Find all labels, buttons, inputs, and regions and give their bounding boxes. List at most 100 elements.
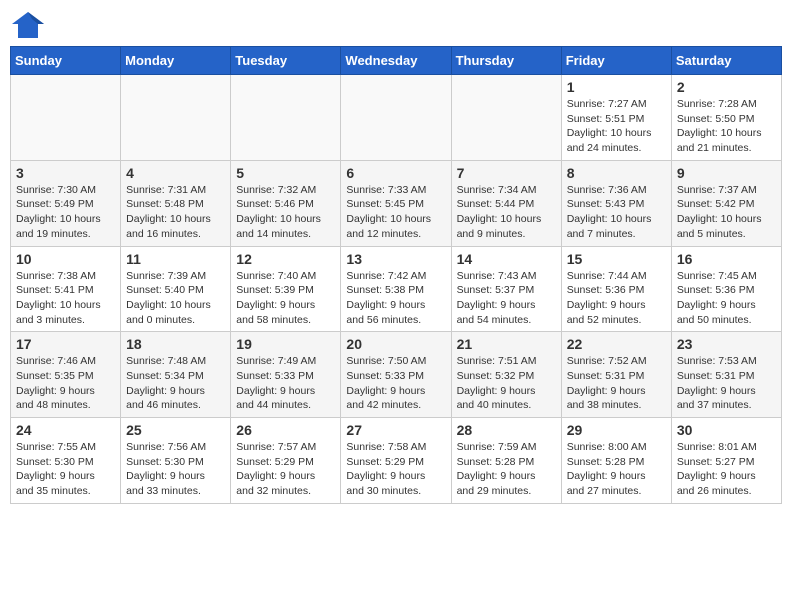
day-number: 13 xyxy=(346,251,445,267)
day-number: 11 xyxy=(126,251,225,267)
calendar-day: 14Sunrise: 7:43 AM Sunset: 5:37 PM Dayli… xyxy=(451,246,561,332)
calendar-day: 15 Sunrise: 7:44 AM Sunset: 5:36 PM Dayli… xyxy=(561,246,671,332)
day-info: Sunrise: 7:42 AM Sunset: 5:38 PM Dayligh… xyxy=(346,269,445,328)
day-info: Sunrise: 7:28 AM Sunset: 5:50 PM Dayligh… xyxy=(677,97,776,156)
day-number: 20 xyxy=(346,336,445,352)
calendar-day: 10 Sunrise: 7:38 AM Sunset: 5:41 PM Dayli… xyxy=(11,246,121,332)
day-header-tuesday: Tuesday xyxy=(231,47,341,75)
day-number: 17 xyxy=(16,336,115,352)
calendar-day: 25 Sunrise: 7:56 AM Sunset: 5:30 PM Dayli… xyxy=(121,418,231,504)
day-number: 29 xyxy=(567,422,666,438)
calendar-day: 20 Sunrise: 7:50 AM Sunset: 5:33 PM Dayli… xyxy=(341,332,451,418)
day-info: Sunrise: 7:50 AM Sunset: 5:33 PM Dayligh… xyxy=(346,354,445,413)
day-number: 10 xyxy=(16,251,115,267)
day-info: Sunrise: 7:40 AM Sunset: 5:39 PM Dayligh… xyxy=(236,269,335,328)
day-number: 28 xyxy=(457,422,556,438)
day-info: Sunrise: 7:52 AM Sunset: 5:31 PM Dayligh… xyxy=(567,354,666,413)
calendar-day: 8Sunrise: 7:36 AM Sunset: 5:43 PM Daylig… xyxy=(561,160,671,246)
day-info: Sunrise: 7:30 AM Sunset: 5:49 PM Dayligh… xyxy=(16,183,115,242)
day-info: Sunrise: 7:37 AM Sunset: 5:42 PM Dayligh… xyxy=(677,183,776,242)
calendar-day xyxy=(11,75,121,161)
day-number: 6 xyxy=(346,165,445,181)
day-info: Sunrise: 7:34 AM Sunset: 5:44 PM Dayligh… xyxy=(457,183,556,242)
day-info: Sunrise: 7:27 AM Sunset: 5:51 PM Dayligh… xyxy=(567,97,666,156)
day-number: 8 xyxy=(567,165,666,181)
day-number: 19 xyxy=(236,336,335,352)
day-number: 26 xyxy=(236,422,335,438)
calendar-day: 18 Sunrise: 7:48 AM Sunset: 5:34 PM Dayli… xyxy=(121,332,231,418)
day-number: 25 xyxy=(126,422,225,438)
day-number: 16 xyxy=(677,251,776,267)
day-info: Sunrise: 7:39 AM Sunset: 5:40 PM Dayligh… xyxy=(126,269,225,328)
day-info: Sunrise: 8:01 AM Sunset: 5:27 PM Dayligh… xyxy=(677,440,776,499)
calendar-day: 26 Sunrise: 7:57 AM Sunset: 5:29 PM Dayli… xyxy=(231,418,341,504)
calendar-day: 12 Sunrise: 7:40 AM Sunset: 5:39 PM Dayli… xyxy=(231,246,341,332)
day-info: Sunrise: 7:51 AM Sunset: 5:32 PM Dayligh… xyxy=(457,354,556,413)
calendar-day: 11 Sunrise: 7:39 AM Sunset: 5:40 PM Dayli… xyxy=(121,246,231,332)
calendar-day: 16 Sunrise: 7:45 AM Sunset: 5:36 PM Dayli… xyxy=(671,246,781,332)
calendar-day xyxy=(341,75,451,161)
calendar-day: 21 Sunrise: 7:51 AM Sunset: 5:32 PM Dayli… xyxy=(451,332,561,418)
calendar-day: 7 Sunrise: 7:34 AM Sunset: 5:44 PM Daylig… xyxy=(451,160,561,246)
day-info: Sunrise: 8:00 AM Sunset: 5:28 PM Dayligh… xyxy=(567,440,666,499)
day-number: 1 xyxy=(567,79,666,95)
day-info: Sunrise: 7:57 AM Sunset: 5:29 PM Dayligh… xyxy=(236,440,335,499)
calendar-day: 19 Sunrise: 7:49 AM Sunset: 5:33 PM Dayli… xyxy=(231,332,341,418)
header xyxy=(10,10,782,40)
calendar-day: 17 Sunrise: 7:46 AM Sunset: 5:35 PM Dayli… xyxy=(11,332,121,418)
calendar-day: 4 Sunrise: 7:31 AM Sunset: 5:48 PM Daylig… xyxy=(121,160,231,246)
calendar-day: 6 Sunrise: 7:33 AM Sunset: 5:45 PM Daylig… xyxy=(341,160,451,246)
day-header-saturday: Saturday xyxy=(671,47,781,75)
day-info: Sunrise: 7:58 AM Sunset: 5:29 PM Dayligh… xyxy=(346,440,445,499)
calendar-day: 3 Sunrise: 7:30 AM Sunset: 5:49 PM Daylig… xyxy=(11,160,121,246)
calendar-week-2: 3 Sunrise: 7:30 AM Sunset: 5:49 PM Daylig… xyxy=(11,160,782,246)
calendar-day: 5Sunrise: 7:32 AM Sunset: 5:46 PM Daylig… xyxy=(231,160,341,246)
day-number: 3 xyxy=(16,165,115,181)
calendar-day xyxy=(451,75,561,161)
day-info: Sunrise: 7:45 AM Sunset: 5:36 PM Dayligh… xyxy=(677,269,776,328)
calendar-day: 1 Sunrise: 7:27 AM Sunset: 5:51 PM Daylig… xyxy=(561,75,671,161)
calendar-week-4: 17 Sunrise: 7:46 AM Sunset: 5:35 PM Dayli… xyxy=(11,332,782,418)
day-number: 30 xyxy=(677,422,776,438)
calendar-week-1: 1 Sunrise: 7:27 AM Sunset: 5:51 PM Daylig… xyxy=(11,75,782,161)
day-info: Sunrise: 7:48 AM Sunset: 5:34 PM Dayligh… xyxy=(126,354,225,413)
calendar-day: 27Sunrise: 7:58 AM Sunset: 5:29 PM Dayli… xyxy=(341,418,451,504)
day-number: 7 xyxy=(457,165,556,181)
day-info: Sunrise: 7:49 AM Sunset: 5:33 PM Dayligh… xyxy=(236,354,335,413)
calendar-header-row: SundayMondayTuesdayWednesdayThursdayFrid… xyxy=(11,47,782,75)
logo xyxy=(10,10,50,40)
day-info: Sunrise: 7:56 AM Sunset: 5:30 PM Dayligh… xyxy=(126,440,225,499)
day-number: 2 xyxy=(677,79,776,95)
calendar-day xyxy=(121,75,231,161)
day-number: 21 xyxy=(457,336,556,352)
calendar-day: 24 Sunrise: 7:55 AM Sunset: 5:30 PM Dayli… xyxy=(11,418,121,504)
calendar-day: 22 Sunrise: 7:52 AM Sunset: 5:31 PM Dayli… xyxy=(561,332,671,418)
day-number: 12 xyxy=(236,251,335,267)
day-info: Sunrise: 7:31 AM Sunset: 5:48 PM Dayligh… xyxy=(126,183,225,242)
day-info: Sunrise: 7:33 AM Sunset: 5:45 PM Dayligh… xyxy=(346,183,445,242)
day-number: 24 xyxy=(16,422,115,438)
day-number: 5 xyxy=(236,165,335,181)
calendar-table: SundayMondayTuesdayWednesdayThursdayFrid… xyxy=(10,46,782,504)
day-info: Sunrise: 7:59 AM Sunset: 5:28 PM Dayligh… xyxy=(457,440,556,499)
day-info: Sunrise: 7:44 AM Sunset: 5:36 PM Dayligh… xyxy=(567,269,666,328)
day-header-wednesday: Wednesday xyxy=(341,47,451,75)
day-info: Sunrise: 7:38 AM Sunset: 5:41 PM Dayligh… xyxy=(16,269,115,328)
day-header-friday: Friday xyxy=(561,47,671,75)
day-info: Sunrise: 7:53 AM Sunset: 5:31 PM Dayligh… xyxy=(677,354,776,413)
calendar-day: 9Sunrise: 7:37 AM Sunset: 5:42 PM Daylig… xyxy=(671,160,781,246)
calendar-day: 23Sunrise: 7:53 AM Sunset: 5:31 PM Dayli… xyxy=(671,332,781,418)
day-info: Sunrise: 7:55 AM Sunset: 5:30 PM Dayligh… xyxy=(16,440,115,499)
day-number: 18 xyxy=(126,336,225,352)
day-info: Sunrise: 7:46 AM Sunset: 5:35 PM Dayligh… xyxy=(16,354,115,413)
calendar-day: 30 Sunrise: 8:01 AM Sunset: 5:27 PM Dayli… xyxy=(671,418,781,504)
day-header-monday: Monday xyxy=(121,47,231,75)
day-number: 22 xyxy=(567,336,666,352)
logo-icon xyxy=(10,10,46,40)
calendar-day: 13 Sunrise: 7:42 AM Sunset: 5:38 PM Dayli… xyxy=(341,246,451,332)
calendar-day: 28 Sunrise: 7:59 AM Sunset: 5:28 PM Dayli… xyxy=(451,418,561,504)
day-number: 4 xyxy=(126,165,225,181)
calendar-day: 29 Sunrise: 8:00 AM Sunset: 5:28 PM Dayli… xyxy=(561,418,671,504)
day-number: 15 xyxy=(567,251,666,267)
calendar-week-5: 24 Sunrise: 7:55 AM Sunset: 5:30 PM Dayli… xyxy=(11,418,782,504)
